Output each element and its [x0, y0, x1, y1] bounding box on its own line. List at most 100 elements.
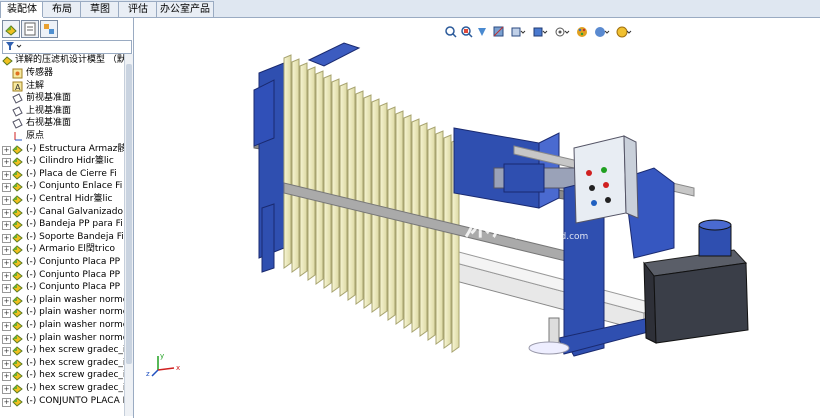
component-icon [12, 257, 23, 268]
tree-item-label: (-) Central Hidr籉lic [26, 194, 113, 204]
expand-toggle-icon[interactable]: + [2, 385, 11, 394]
expand-toggle-icon[interactable]: + [2, 158, 11, 168]
component-icon [12, 219, 23, 230]
tab-layout[interactable]: 布局 [42, 1, 82, 17]
tree-item-label: (-) Conjunto Placa PP [26, 282, 121, 293]
expand-toggle-icon[interactable]: + [2, 246, 11, 256]
svg-text:A: A [15, 83, 21, 92]
svg-text:y: y [160, 352, 164, 360]
expand-toggle-icon[interactable]: + [2, 309, 11, 319]
tree-item-label: (-) plain washer norme [26, 320, 124, 330]
filter-plate [331, 78, 340, 293]
component-icon [12, 295, 23, 306]
tab-office-products-label: 办公室产品 [160, 4, 210, 15]
component-icon [12, 333, 23, 344]
assembly-icon [2, 55, 13, 66]
scroll-thumb[interactable] [126, 64, 132, 364]
configuration-manager-tab-icon[interactable] [40, 20, 58, 38]
expand-toggle-icon[interactable]: + [2, 322, 11, 331]
tree-filter[interactable] [2, 40, 132, 54]
filter-plate [347, 86, 356, 301]
component-icon [12, 194, 23, 205]
component-icon [12, 144, 23, 155]
expand-toggle-icon[interactable]: + [2, 372, 11, 382]
component-icon [12, 396, 23, 407]
feature-manager-panel: 详解的压滤机设计模型 （默 传感器 A 注解 前视基准面 上视基准面 右视基准面 原点 + (-… [0, 18, 134, 418]
tree-root-label: 详解的压滤机设计模型 （默 [15, 55, 124, 65]
filter-plate [339, 82, 348, 297]
annotation-icon: A [12, 81, 23, 92]
tree-item-label: (-) CONJUNTO PLACA PP [26, 395, 124, 406]
command-manager-tabs: 装配体 布局 草图 评估 办公室产品 [0, 0, 820, 18]
expand-toggle-icon[interactable]: + [2, 183, 11, 193]
tab-sketch[interactable]: 草图 [80, 1, 120, 17]
component-icon [12, 307, 23, 319]
component-icon [12, 282, 23, 293]
tree-item-label: (-) Placa de Cierre Fi [26, 168, 117, 179]
tab-assembly[interactable]: 装配体 [0, 1, 44, 18]
expand-toggle-icon[interactable]: + [2, 221, 11, 231]
expand-toggle-icon[interactable]: + [2, 397, 11, 407]
expand-toggle-icon[interactable]: + [2, 233, 11, 243]
tree-item-label: (-) plain washer norme [26, 332, 124, 343]
filter-plate [307, 66, 316, 281]
expand-toggle-icon[interactable]: + [2, 259, 11, 268]
tab-evaluate[interactable]: 评估 [118, 1, 158, 17]
expand-toggle-icon[interactable]: + [2, 196, 11, 205]
component-icon [12, 320, 23, 331]
component-icon [12, 169, 23, 180]
tree-item-label: (-) Conjunto Placa PP [26, 269, 121, 280]
component-icon [12, 345, 23, 356]
tree-item-label: (-) Estructura Armaz骸 [26, 143, 124, 154]
tree-item-label: (-) Conjunto Placa PP [26, 257, 121, 267]
tree-item-label: 注解 [26, 80, 45, 91]
feature-tree-tab-icon[interactable] [2, 20, 20, 38]
plane-icon [12, 93, 23, 104]
tree-scrollbar[interactable] [124, 54, 133, 416]
expand-toggle-icon[interactable]: + [2, 359, 11, 369]
filter-plate [283, 54, 292, 269]
tree-item-label: 前视基准面 [26, 93, 72, 104]
watermark-url: www.mfcad.com [514, 232, 589, 242]
component-icon [12, 181, 23, 193]
component-icon [12, 232, 23, 243]
component-icon [12, 244, 23, 256]
expand-toggle-icon[interactable]: + [2, 284, 11, 294]
tree-item-label: (-) Armario El閏trico [26, 244, 116, 255]
tab-office-products[interactable]: 办公室产品 [156, 1, 214, 17]
tree-item-label: (-) Canal Galvanizado [26, 206, 124, 217]
filter-plates [283, 54, 460, 353]
feature-tree: 详解的压滤机设计模型 （默 传感器 A 注解 前视基准面 上视基准面 右视基准面 原点 + (-… [0, 54, 124, 416]
property-manager-tab-icon[interactable] [21, 20, 39, 38]
component-icon [12, 156, 23, 167]
tab-assembly-label: 装配体 [7, 4, 37, 15]
tree-item-label: (-) Soporte Bandeja Fi [26, 231, 124, 242]
filter-plate [435, 130, 444, 345]
tree-item-label: (-) hex screw gradec_i [26, 345, 124, 356]
expand-toggle-icon[interactable]: + [2, 145, 11, 155]
svg-text:z: z [146, 370, 150, 378]
expand-toggle-icon[interactable]: + [2, 271, 11, 281]
tree-item-label: (-) Conjunto Enlace Fi [26, 181, 123, 192]
filter-plate [299, 62, 308, 277]
expand-toggle-icon[interactable]: + [2, 208, 11, 218]
component-icon [12, 207, 23, 218]
tree-item-label: (-) hex screw gradec_i [26, 370, 124, 381]
filter-plate [419, 122, 428, 337]
graphics-area[interactable]: z x y 沐风网 www.mfcad.com [134, 18, 820, 418]
filter-plate [315, 70, 324, 285]
component-icon [12, 270, 23, 281]
component-icon [12, 370, 23, 382]
expand-toggle-icon[interactable]: + [2, 296, 11, 306]
component-icon [12, 383, 23, 394]
filter-plate [355, 90, 364, 305]
component-icon [12, 358, 23, 369]
sensor-icon [12, 68, 23, 79]
tab-evaluate-label: 评估 [128, 4, 148, 15]
expand-toggle-icon[interactable]: + [2, 334, 11, 344]
expand-toggle-icon[interactable]: + [2, 170, 11, 180]
expand-toggle-icon[interactable]: + [2, 347, 11, 357]
plane-icon [12, 106, 23, 117]
svg-text:x: x [176, 364, 180, 372]
tree-item-label: (-) plain washer norme [26, 307, 124, 318]
